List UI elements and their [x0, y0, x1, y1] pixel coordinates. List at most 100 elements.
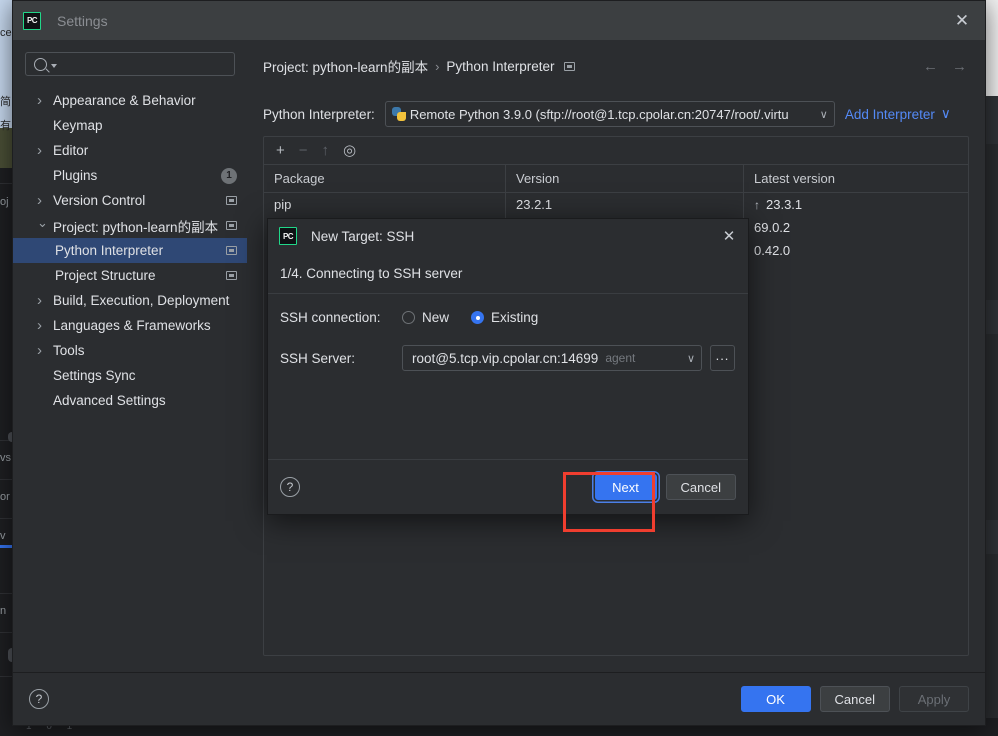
- breadcrumb-parent[interactable]: Project: python-learn的副本: [263, 56, 428, 76]
- chevron-right-icon: [37, 321, 46, 330]
- sidebar-item-settings-sync[interactable]: Settings Sync: [13, 363, 247, 388]
- ssh-connection-label: SSH connection:: [280, 310, 402, 325]
- sidebar-item-python-interpreter[interactable]: Python Interpreter: [13, 238, 247, 263]
- sidebar-item-label: Editor: [53, 143, 88, 158]
- cancel-button[interactable]: Cancel: [666, 474, 736, 500]
- sidebar-item-editor[interactable]: Editor: [13, 138, 247, 163]
- add-interpreter-link[interactable]: Add Interpreter ∨: [845, 106, 951, 122]
- ssh-step-label: 1/4. Connecting to SSH server: [268, 253, 748, 294]
- chevron-down-icon: ∨: [687, 352, 695, 365]
- apply-button: Apply: [899, 686, 969, 712]
- chevron-right-icon: [37, 146, 46, 155]
- window-titlebar: PC Settings ✕: [13, 1, 985, 40]
- sidebar-item-build-execution-deployment[interactable]: Build, Execution, Deployment: [13, 288, 247, 313]
- sidebar-item-version-control[interactable]: Version Control: [13, 188, 247, 213]
- navigation-arrows: ← →: [923, 59, 967, 74]
- remove-package-icon: −: [299, 143, 308, 158]
- packages-table-header: Package Version Latest version: [264, 165, 968, 193]
- sidebar-item-label: Plugins: [53, 168, 97, 183]
- interpreter-label: Python Interpreter:: [263, 107, 375, 122]
- sidebar-item-label: Settings Sync: [53, 368, 136, 383]
- column-header-package[interactable]: Package: [264, 165, 506, 192]
- settings-footer: ? OK Cancel Apply: [13, 672, 985, 725]
- cancel-button[interactable]: Cancel: [820, 686, 890, 712]
- radio-existing-label: Existing: [491, 310, 538, 325]
- background-right-cell: [986, 520, 998, 554]
- chevron-down-icon: ∨: [820, 108, 828, 121]
- sidebar-item-label: Build, Execution, Deployment: [53, 293, 229, 308]
- ssh-dialog-title: New Target: SSH: [311, 229, 414, 244]
- sidebar-item-keymap[interactable]: Keymap: [13, 113, 247, 138]
- radio-new-label: New: [422, 310, 449, 325]
- add-package-icon[interactable]: +: [276, 143, 285, 158]
- cell-latest-version: 0.42.0: [744, 239, 968, 262]
- radio-existing[interactable]: Existing: [471, 310, 538, 325]
- cell-latest-version-text: 23.3.1: [766, 197, 802, 212]
- new-target-ssh-dialog: PC New Target: SSH ✕ 1/4. Connecting to …: [267, 218, 749, 515]
- modified-marker-icon: [226, 246, 237, 255]
- ssh-server-label: SSH Server:: [280, 351, 402, 366]
- column-header-latest-version[interactable]: Latest version: [744, 165, 968, 192]
- upgrade-available-icon: ↑: [754, 198, 760, 212]
- upgrade-package-icon: ↑: [322, 143, 330, 158]
- ok-button[interactable]: OK: [741, 686, 811, 712]
- background-right-white: [986, 0, 998, 96]
- forward-arrow-icon[interactable]: →: [952, 59, 967, 74]
- chevron-right-icon: [37, 296, 46, 305]
- ssh-server-row: SSH Server: root@5.tcp.vip.cpolar.cn:146…: [280, 345, 736, 371]
- interpreter-value: Remote Python 3.9.0 (sftp://root@1.tcp.c…: [410, 107, 816, 122]
- chevron-right-icon: [37, 196, 46, 205]
- chevron-down-icon: ∨: [941, 106, 951, 122]
- sidebar-item-tools[interactable]: Tools: [13, 338, 247, 363]
- chevron-right-icon: [37, 96, 46, 105]
- ssh-dialog-body: SSH connection: New Existing SSH Server:…: [268, 294, 748, 459]
- show-early-releases-eye-icon[interactable]: ◎: [343, 143, 356, 158]
- sidebar-item-advanced-settings[interactable]: Advanced Settings: [13, 388, 247, 413]
- help-icon[interactable]: ?: [280, 477, 300, 497]
- sidebar-item-project[interactable]: Project: python-learn的副本: [13, 213, 247, 238]
- pycharm-logo-icon: PC: [23, 12, 41, 30]
- close-icon[interactable]: ✕: [949, 8, 975, 34]
- sidebar-item-plugins[interactable]: Plugins 1: [13, 163, 247, 188]
- interpreter-row: Python Interpreter: Remote Python 3.9.0 …: [263, 92, 969, 136]
- chevron-right-icon: [37, 346, 46, 355]
- python-icon: [392, 107, 406, 121]
- next-button[interactable]: Next: [595, 474, 657, 500]
- search-input[interactable]: [25, 52, 235, 76]
- cell-latest-version: 69.0.2: [744, 216, 968, 239]
- breadcrumb-separator: ›: [435, 59, 439, 74]
- breadcrumb: Project: python-learn的副本 › Python Interp…: [263, 40, 969, 92]
- table-row[interactable]: pip 23.2.1 ↑ 23.3.1: [264, 193, 968, 216]
- ssh-server-select[interactable]: root@5.tcp.vip.cpolar.cn:14699 agent ∨: [402, 345, 702, 371]
- browse-ssh-configs-button[interactable]: ...: [710, 345, 735, 371]
- close-icon[interactable]: ✕: [718, 225, 740, 247]
- chevron-down-icon: [37, 221, 46, 230]
- back-arrow-icon[interactable]: ←: [923, 59, 938, 74]
- sidebar-item-trailing: [226, 271, 237, 280]
- ssh-dialog-footer: ? Next Cancel: [268, 459, 748, 514]
- chevron-down-icon: [51, 64, 57, 68]
- sidebar-item-trailing: [226, 196, 237, 205]
- sidebar-item-label: Python Interpreter: [55, 243, 163, 258]
- help-icon[interactable]: ?: [29, 689, 49, 709]
- background-right-cell: [986, 300, 998, 334]
- radio-new[interactable]: New: [402, 310, 449, 325]
- modified-marker-icon: [226, 221, 237, 230]
- sidebar-item-trailing: [226, 246, 237, 255]
- sidebar-item-label: Tools: [53, 343, 85, 358]
- interpreter-select[interactable]: Remote Python 3.9.0 (sftp://root@1.tcp.c…: [385, 101, 835, 127]
- radio-selected-icon: [471, 311, 484, 324]
- sidebar-item-languages-frameworks[interactable]: Languages & Frameworks: [13, 313, 247, 338]
- cell-latest-version: ↑ 23.3.1: [744, 193, 968, 216]
- window-title: Settings: [57, 13, 108, 29]
- sidebar-item-appearance-behavior[interactable]: Appearance & Behavior: [13, 88, 247, 113]
- sidebar-item-project-structure[interactable]: Project Structure: [13, 263, 247, 288]
- ssh-server-hint: agent: [605, 351, 635, 365]
- sidebar-item-trailing: 1: [221, 168, 237, 184]
- column-header-version[interactable]: Version: [506, 165, 744, 192]
- background-right-cell: [986, 96, 998, 144]
- ssh-dialog-titlebar: PC New Target: SSH ✕: [268, 219, 748, 253]
- sidebar-item-trailing: [226, 221, 237, 230]
- modified-marker-icon: [226, 271, 237, 280]
- plugins-update-badge: 1: [221, 168, 237, 184]
